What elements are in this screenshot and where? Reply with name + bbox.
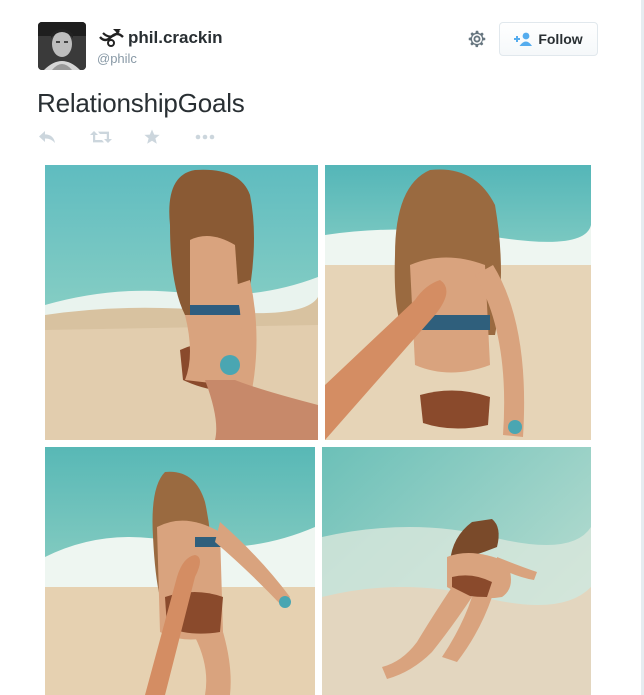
beach-photo-1[interactable] xyxy=(45,165,318,440)
reply-button[interactable] xyxy=(38,127,56,147)
avatar[interactable] xyxy=(38,22,86,70)
gear-icon[interactable] xyxy=(466,28,488,50)
favorite-button[interactable] xyxy=(144,127,160,147)
tweet: phil.crackin @philc Follow RelationshipG… xyxy=(0,0,644,695)
follow-label: Follow xyxy=(538,31,583,47)
follow-button[interactable]: Follow xyxy=(499,22,598,56)
beach-photo-3[interactable] xyxy=(45,447,315,695)
more-button[interactable] xyxy=(195,127,215,147)
media-grid xyxy=(44,164,592,695)
swirl-logo-icon xyxy=(99,29,124,47)
display-name[interactable]: phil.crackin xyxy=(128,28,222,48)
favorite-star-icon xyxy=(144,129,160,144)
tweet-text: RelationshipGoals xyxy=(37,88,245,118)
retweet-button[interactable] xyxy=(90,127,112,147)
avatar-image xyxy=(38,22,86,70)
more-dots-icon xyxy=(195,134,215,140)
reply-icon xyxy=(39,131,55,143)
name-row[interactable]: phil.crackin xyxy=(97,27,222,49)
user-handle[interactable]: @philc xyxy=(97,51,137,66)
beach-photo-2[interactable] xyxy=(325,165,591,440)
retweet-icon xyxy=(90,131,112,143)
beach-photo-4[interactable] xyxy=(322,447,591,695)
add-user-icon xyxy=(514,32,533,46)
